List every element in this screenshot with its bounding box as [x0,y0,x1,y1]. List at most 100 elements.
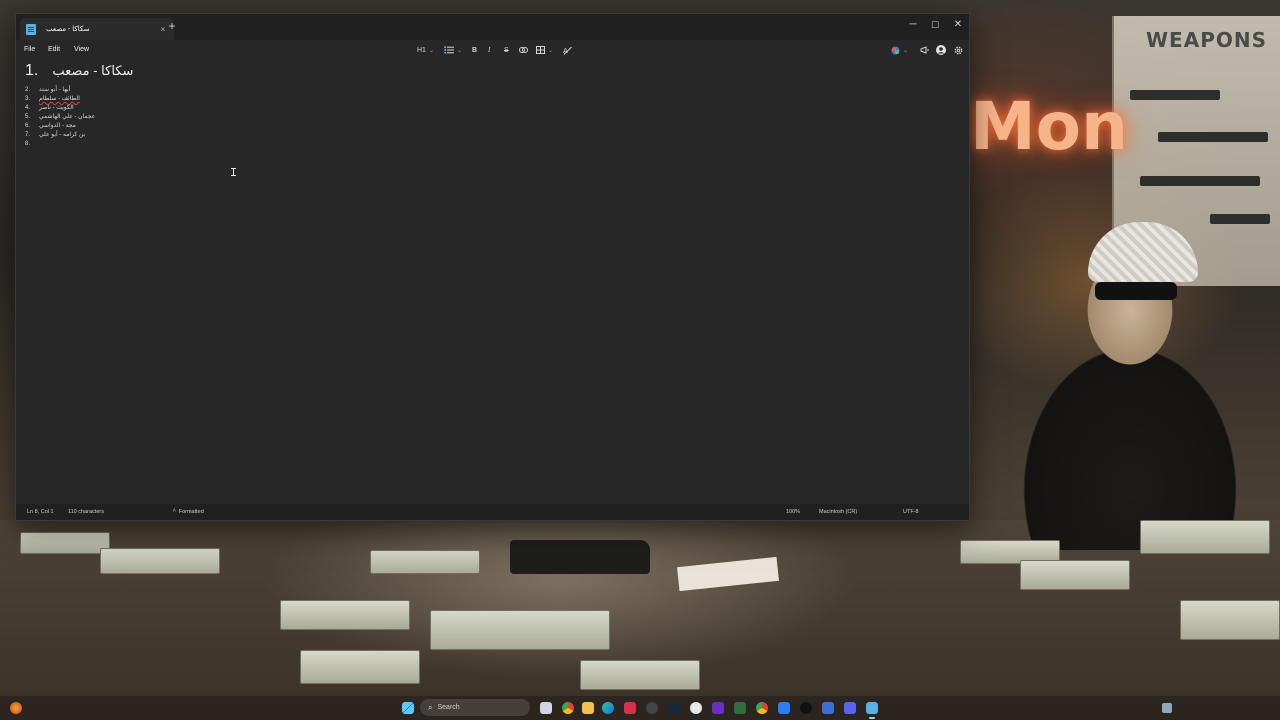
notepad-app-icon [26,23,36,35]
wallpaper-cash [370,550,480,574]
new-tab-button[interactable]: + [164,19,180,33]
minimize-button[interactable]: ─ [902,15,924,35]
file-explorer-icon[interactable] [582,702,594,714]
list-item-number: 6. [25,122,31,129]
text-editor[interactable]: 1. سكاكا - مصعب 2. أبها - أبو سند 3. الطائف… [16,60,969,506]
markdown-icon: ᴬ [173,509,176,515]
list-item-number: 8. [25,140,31,147]
list-dropdown[interactable]: ⌄ [444,44,462,56]
account-button[interactable] [936,44,946,56]
list-item[interactable]: 6. مجه - الدواسي [25,121,95,130]
list-item[interactable]: 5. عجمان - علي الهاشمي [25,112,95,121]
zoom-level[interactable]: 100% [786,509,800,515]
gear-icon [954,46,963,54]
wallpaper-pistol [510,540,650,574]
list-item-text: بن كرامه - أبو علي [39,132,86,138]
wallpaper-cash [1140,520,1270,554]
document-tab[interactable]: سكاكا - مصعب × [20,18,174,40]
link-button[interactable] [519,44,528,56]
settings-button[interactable] [954,44,963,56]
start-windows-icon[interactable] [402,702,414,714]
chrome-icon[interactable] [756,702,768,714]
format-indicator[interactable]: ᴬ Formatted [173,509,204,515]
next-app-icon[interactable] [712,702,724,714]
chrome-icon[interactable] [562,702,574,714]
notepad-window: سكاكا - مصعب × + ─ ☐ ✕ File Edit View H1… [15,13,970,521]
clear-formatting-button[interactable]: A [563,44,572,56]
menu-bar: File Edit View H1 ⌄ ⌄ B I S ⌄ A ⌄ [16,40,969,60]
wallpaper-cash [1180,600,1280,640]
wallpaper-cash [300,650,420,684]
list-item-text: عجمان - علي الهاشمي [39,114,96,120]
wallpaper-cash [1020,560,1130,590]
chevron-down-icon: ⌄ [457,47,463,54]
wallpaper-cash [100,548,220,574]
wallpaper-rifle [1210,214,1270,224]
wallpaper-cash [280,600,410,630]
notepad-taskbar-icon[interactable] [866,702,878,714]
list-item-number: 4. [25,104,31,111]
edge-icon[interactable] [602,702,614,714]
chevron-down-icon: ⌄ [903,47,909,54]
taskbar: ⌕ Search [0,696,1280,720]
mouse-ibeam-cursor [231,168,238,176]
menu-file[interactable]: File [24,46,35,53]
line-ending[interactable]: Macintosh (CR) [819,509,857,515]
list-item[interactable]: 7. بن كرامه - أبو علي [25,130,95,139]
strikethrough-button[interactable]: S [504,44,509,56]
list-item-number: 5. [25,113,31,120]
wallpaper-neon-sign: Mon [970,88,1129,165]
taskbar-search[interactable]: ⌕ Search [420,699,530,716]
list-item-text: مجه - الدواسي [39,123,76,129]
cursor-position[interactable]: Ln 8, Col 1 [27,509,54,515]
bold-button[interactable]: B [472,44,477,56]
app-icon[interactable] [778,702,790,714]
app-icon[interactable] [822,702,834,714]
account-icon [936,45,946,55]
character-count: 110 characters [68,509,104,515]
status-bar: Ln 8, Col 1 110 characters ᴬ Formatted 10… [16,504,969,520]
tab-title: سكاكا - مصعب [46,26,90,33]
close-button[interactable]: ✕ [947,15,969,35]
table-dropdown[interactable]: ⌄ [536,44,553,56]
heading-text: سكاكا - مصعب [52,63,134,78]
list-item-number: 7. [25,131,31,138]
weather-widget-icon[interactable] [10,702,22,714]
heading-line[interactable]: 1. سكاكا - مصعب [25,62,133,82]
heading-number: 1. [25,62,39,79]
heading-label: H1 [417,46,426,54]
app-icon[interactable] [800,702,812,714]
numbered-list: 2. أبها - أبو سند 3. الطائف - سلطام 4. الكويت… [25,85,95,148]
task-view-icon[interactable] [540,702,552,714]
list-item[interactable]: 4. الكويت - ناصر [25,103,95,112]
wallpaper-rifle [1158,132,1268,142]
menu-view[interactable]: View [74,46,89,53]
steam-icon[interactable] [668,702,680,714]
copilot-dropdown[interactable]: ⌄ [891,44,908,56]
encoding[interactable]: UTF-8 [903,509,919,515]
title-bar[interactable]: سكاكا - مصعب × + ─ ☐ ✕ [16,14,969,40]
excel-icon[interactable] [734,702,746,714]
list-item-text: الطائف - سلطام [39,96,80,102]
openai-icon[interactable] [690,702,702,714]
copilot-icon [891,46,900,54]
wallpaper-rifle [1130,90,1220,100]
heading-dropdown[interactable]: H1 ⌄ [417,44,434,56]
discord-icon[interactable] [844,702,856,714]
format-label: Formatted [178,509,204,515]
list-item[interactable]: 2. أبها - أبو سند [25,85,95,94]
italic-button[interactable]: I [488,44,490,56]
maximize-button[interactable]: ☐ [924,15,946,35]
menu-edit[interactable]: Edit [48,46,60,53]
wallpaper-cash [580,660,700,690]
acrobat-icon[interactable] [624,702,636,714]
list-item[interactable]: 3. الطائف - سلطام [25,94,95,103]
table-icon [536,46,545,54]
list-item[interactable]: 8. [25,139,95,148]
app-icon[interactable] [646,702,658,714]
list-item-number: 2. [25,86,31,93]
list-icon [444,46,454,54]
whats-new-button[interactable] [920,44,929,56]
tray-icon[interactable] [1162,703,1172,713]
list-item-text: الكويت - ناصر [39,105,74,111]
